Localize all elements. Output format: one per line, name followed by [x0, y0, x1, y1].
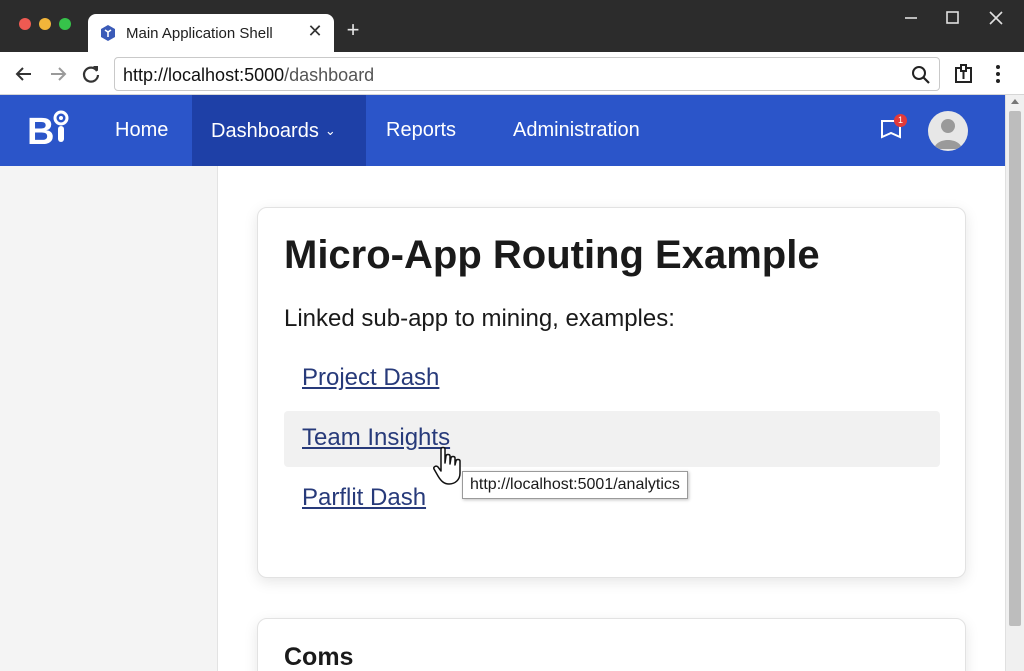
- link-parflit-dash[interactable]: Parflit Dash: [302, 484, 426, 512]
- url-text[interactable]: http://localhost:5000/dashboard: [123, 65, 374, 86]
- reload-icon[interactable]: [80, 63, 102, 85]
- section-title: Coms: [284, 643, 354, 671]
- kebab-menu-icon[interactable]: [988, 63, 1008, 85]
- url-host: http://localhost:5000: [123, 65, 285, 85]
- logo-letter: B: [27, 111, 54, 152]
- forward-icon[interactable]: [47, 63, 69, 85]
- nav-administration[interactable]: Administration: [513, 95, 640, 166]
- search-icon[interactable]: [911, 65, 931, 85]
- link-url-tooltip: http://localhost:5001/analytics: [462, 471, 688, 499]
- page-scrollbar[interactable]: [1005, 95, 1024, 671]
- url-path: /dashboard: [284, 65, 375, 85]
- app-navbar: B Home Dashboards ⌄ Reports Administratio…: [0, 95, 1005, 166]
- traffic-close-button[interactable]: [19, 18, 31, 30]
- browser-tab[interactable]: Main Application Shell ✕: [88, 14, 334, 52]
- card-subtitle: Linked sub-app to mining, examples:: [284, 305, 675, 332]
- traffic-minimize-button[interactable]: [39, 18, 51, 30]
- list-item: Team Insights: [284, 411, 940, 467]
- avatar-silhouette: [934, 119, 962, 149]
- nav-dashboards[interactable]: Dashboards ⌄: [192, 95, 366, 166]
- nav-dashboards-label: Dashboards: [211, 120, 319, 142]
- list-item: Project Dash: [284, 351, 940, 407]
- sidebar: [0, 166, 218, 671]
- tab-title: Main Application Shell: [126, 25, 273, 42]
- nav-reports[interactable]: Reports: [386, 95, 456, 166]
- chevron-down-icon: ⌄: [324, 123, 336, 138]
- address-bar[interactable]: http://localhost:5000/dashboard: [114, 57, 940, 91]
- minimize-icon[interactable]: [900, 7, 922, 29]
- window-close-icon[interactable]: [985, 7, 1007, 29]
- scrollbar-thumb[interactable]: [1009, 111, 1021, 626]
- close-icon[interactable]: ✕: [306, 22, 324, 40]
- back-icon[interactable]: [13, 63, 35, 85]
- coms-card: [257, 618, 966, 671]
- nav-home[interactable]: Home: [115, 95, 168, 166]
- browser-toolbar: http://localhost:5000/dashboard: [0, 52, 1024, 95]
- browser-titlebar: Main Application Shell ✕ +: [0, 0, 1024, 52]
- maximize-icon[interactable]: [942, 7, 964, 29]
- link-team-insights[interactable]: Team Insights: [302, 424, 450, 452]
- app-logo[interactable]: B: [27, 108, 71, 152]
- new-tab-button[interactable]: +: [343, 19, 363, 41]
- page-title: Micro-App Routing Example: [284, 233, 820, 277]
- extensions-icon[interactable]: [953, 63, 975, 85]
- link-project-dash[interactable]: Project Dash: [302, 364, 439, 392]
- hand-cursor-icon: [433, 446, 461, 485]
- user-avatar-icon[interactable]: [928, 111, 968, 151]
- traffic-zoom-button[interactable]: [59, 18, 71, 30]
- notification-badge: 1: [894, 114, 907, 127]
- app-favicon-icon: [101, 25, 115, 41]
- scroll-up-arrow[interactable]: [1011, 99, 1019, 104]
